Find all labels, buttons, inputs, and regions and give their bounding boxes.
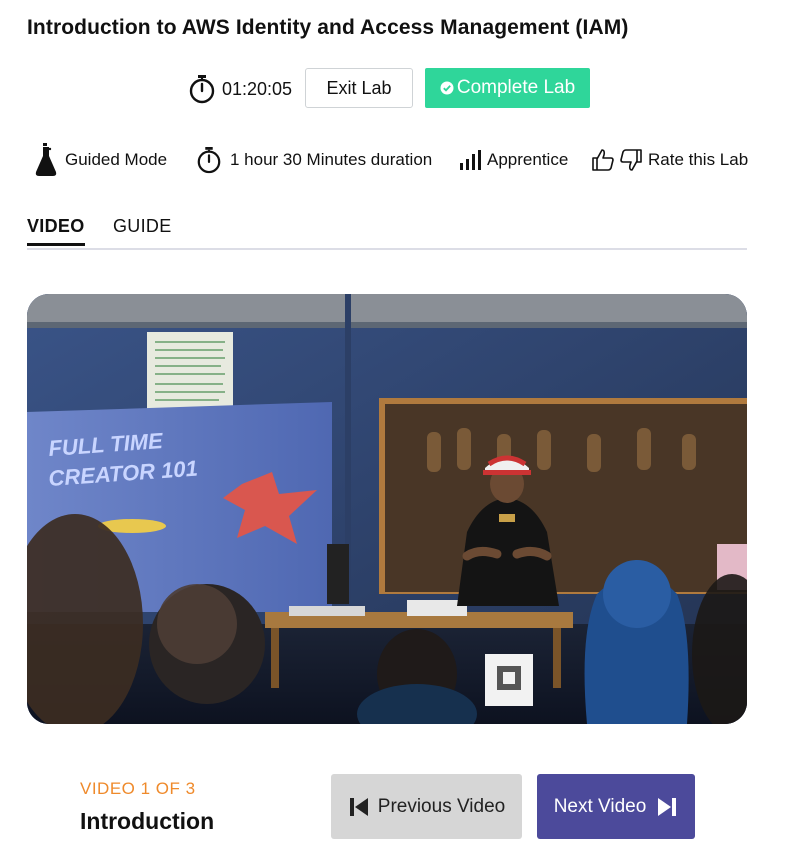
tab-guide[interactable]: GUIDE: [113, 216, 172, 243]
lab-meta: Guided Mode 1 hour 30 Minutes duration A…: [0, 140, 787, 180]
duration-info: 1 hour 30 Minutes duration: [196, 140, 432, 180]
next-video-button[interactable]: Next Video: [537, 774, 695, 839]
previous-video-button[interactable]: Previous Video: [331, 774, 522, 839]
level-label: Apprentice: [487, 150, 569, 169]
video-thumbnail: FULL TIME CREATOR 101: [27, 294, 747, 724]
stopwatch-icon: [197, 147, 221, 174]
signal-bars-icon: [460, 150, 481, 170]
tab-video[interactable]: VIDEO: [27, 216, 85, 246]
video-counter: VIDEO 1 OF 3: [80, 779, 196, 798]
content-tabs: VIDEO GUIDE: [27, 216, 747, 250]
thumbs-down-icon[interactable]: [620, 148, 642, 172]
skip-previous-icon: [349, 797, 368, 816]
check-circle-icon: [440, 81, 454, 95]
mode-info: Guided Mode: [35, 140, 167, 180]
rate-lab[interactable]: Rate this Lab: [592, 140, 748, 180]
previous-video-label: Previous Video: [377, 795, 506, 817]
stopwatch-icon: [189, 75, 215, 104]
rate-label[interactable]: Rate this Lab: [648, 150, 748, 170]
thumbs-up-icon[interactable]: [592, 148, 614, 172]
flask-icon: [35, 143, 57, 176]
next-video-label: Next Video: [553, 795, 647, 817]
video-title: Introduction: [80, 808, 215, 834]
video-player[interactable]: FULL TIME CREATOR 101: [27, 294, 747, 724]
level-info: Apprentice: [460, 140, 568, 180]
duration-label: 1 hour 30 Minutes duration: [230, 150, 433, 169]
exit-lab-button[interactable]: Exit Lab: [305, 68, 413, 108]
complete-lab-label: Complete Lab: [456, 77, 576, 98]
mode-label: Guided Mode: [65, 150, 168, 169]
complete-lab-button[interactable]: Complete Lab: [425, 68, 590, 108]
lab-timer: 01:20:05: [188, 72, 292, 106]
skip-next-icon: [658, 797, 677, 816]
timer-value: 01:20:05: [222, 78, 293, 99]
lab-title: Introduction to AWS Identity and Access …: [27, 16, 629, 39]
lab-toolbar: 01:20:05 Exit Lab Complete Lab: [0, 68, 787, 108]
